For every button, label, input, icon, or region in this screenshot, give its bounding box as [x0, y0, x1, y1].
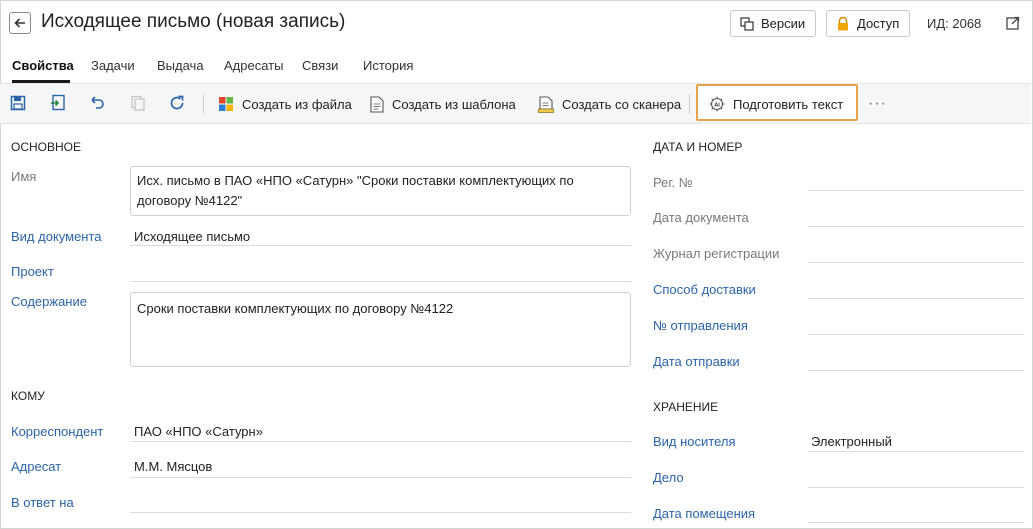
toolbar-separator [689, 94, 690, 114]
ai-icon: AI [709, 96, 725, 112]
create-from-scanner-label: Создать со сканера [562, 96, 682, 112]
save-icon[interactable] [9, 94, 27, 112]
section-storage-title: ХРАНЕНИЕ [653, 400, 719, 414]
versions-icon [740, 16, 754, 31]
section-to-title: КОМУ [11, 389, 45, 403]
delivery-method-field[interactable] [808, 298, 1024, 299]
addressee-value[interactable]: М.М. Мясцов [134, 459, 212, 474]
dispatch-no-label[interactable]: № отправления [653, 318, 748, 333]
field-underline [808, 451, 1024, 452]
create-from-template-button[interactable]: Создать из шаблона [370, 94, 516, 114]
prepare-text-button[interactable]: AI Подготовить текст [709, 94, 843, 114]
open-external-icon[interactable] [1006, 16, 1020, 33]
project-field[interactable] [130, 281, 631, 282]
name-field[interactable]: Исх. письмо в ПАО «НПО «Сатурн» "Сроки п… [130, 166, 631, 216]
case-field[interactable] [808, 487, 1024, 488]
medium-label[interactable]: Вид носителя [653, 434, 736, 449]
tab-history[interactable]: История [363, 58, 413, 73]
content-label[interactable]: Содержание [11, 294, 87, 309]
toolbar-separator [203, 94, 204, 114]
versions-label: Версии [761, 16, 806, 31]
tab-properties[interactable]: Свойства [12, 58, 74, 73]
record-id: ИД: 2068 [927, 16, 982, 31]
content-field[interactable]: Сроки поставки комплектующих по договору… [130, 292, 631, 367]
svg-text:AI: AI [714, 102, 720, 108]
section-date-title: ДАТА И НОМЕР [653, 140, 743, 154]
copy-icon[interactable] [129, 94, 147, 112]
journal-label: Журнал регистрации [653, 246, 780, 261]
arrow-left-icon [14, 18, 25, 28]
refresh-icon[interactable] [168, 94, 186, 112]
journal-field[interactable] [808, 262, 1024, 263]
medium-value[interactable]: Электронный [811, 434, 892, 449]
placement-date-field[interactable] [808, 522, 1024, 523]
case-label[interactable]: Дело [653, 470, 684, 485]
create-from-file-label: Создать из файла [242, 96, 352, 112]
reg-no-field[interactable] [808, 190, 1024, 191]
reply-to-field[interactable] [130, 512, 631, 513]
field-underline [130, 477, 631, 478]
addressee-label[interactable]: Адресат [11, 459, 61, 474]
reply-to-label[interactable]: В ответ на [11, 495, 74, 510]
create-from-scanner-button[interactable]: Создать со сканера [538, 94, 681, 114]
reg-no-label: Рег. № [653, 175, 693, 190]
doc-kind-value[interactable]: Исходящее письмо [134, 229, 250, 244]
lock-icon [838, 16, 848, 30]
correspondent-value[interactable]: ПАО «НПО «Сатурн» [134, 424, 263, 439]
versions-button[interactable]: Версии [730, 10, 817, 37]
doc-kind-label[interactable]: Вид документа [11, 229, 102, 244]
undo-icon[interactable] [88, 94, 106, 112]
dispatch-no-field[interactable] [808, 334, 1024, 335]
document-icon [370, 95, 384, 113]
more-options-icon[interactable]: ··· [868, 95, 887, 113]
create-from-file-button[interactable]: Создать из файла [218, 94, 352, 114]
tab-tasks[interactable]: Задачи [91, 58, 135, 73]
tab-links[interactable]: Связи [302, 58, 338, 73]
tab-issue[interactable]: Выдача [157, 58, 204, 73]
access-label: Доступ [857, 16, 900, 31]
access-button[interactable]: Доступ [826, 10, 911, 37]
office-file-icon [219, 97, 233, 111]
save-and-close-icon[interactable] [50, 94, 68, 112]
prepare-text-label: Подготовить текст [733, 96, 844, 112]
dispatch-date-field[interactable] [808, 370, 1024, 371]
field-underline [130, 441, 631, 442]
scanner-icon [538, 95, 554, 113]
name-label: Имя [11, 169, 37, 184]
placement-date-label[interactable]: Дата помещения [653, 506, 755, 521]
doc-date-label: Дата документа [653, 210, 749, 225]
field-underline [130, 245, 631, 246]
page-title: Исходящее письмо (новая запись) [41, 11, 346, 32]
window-frame [0, 0, 1033, 529]
correspondent-label[interactable]: Корреспондент [11, 424, 103, 439]
create-from-template-label: Создать из шаблона [392, 96, 516, 112]
dispatch-date-label[interactable]: Дата отправки [653, 354, 740, 369]
back-button[interactable] [9, 12, 31, 34]
section-main-title: ОСНОВНОЕ [11, 140, 82, 154]
project-label[interactable]: Проект [11, 264, 54, 279]
delivery-method-label[interactable]: Способ доставки [653, 282, 756, 297]
tab-addressees[interactable]: Адресаты [224, 58, 283, 73]
doc-date-field[interactable] [808, 226, 1024, 227]
